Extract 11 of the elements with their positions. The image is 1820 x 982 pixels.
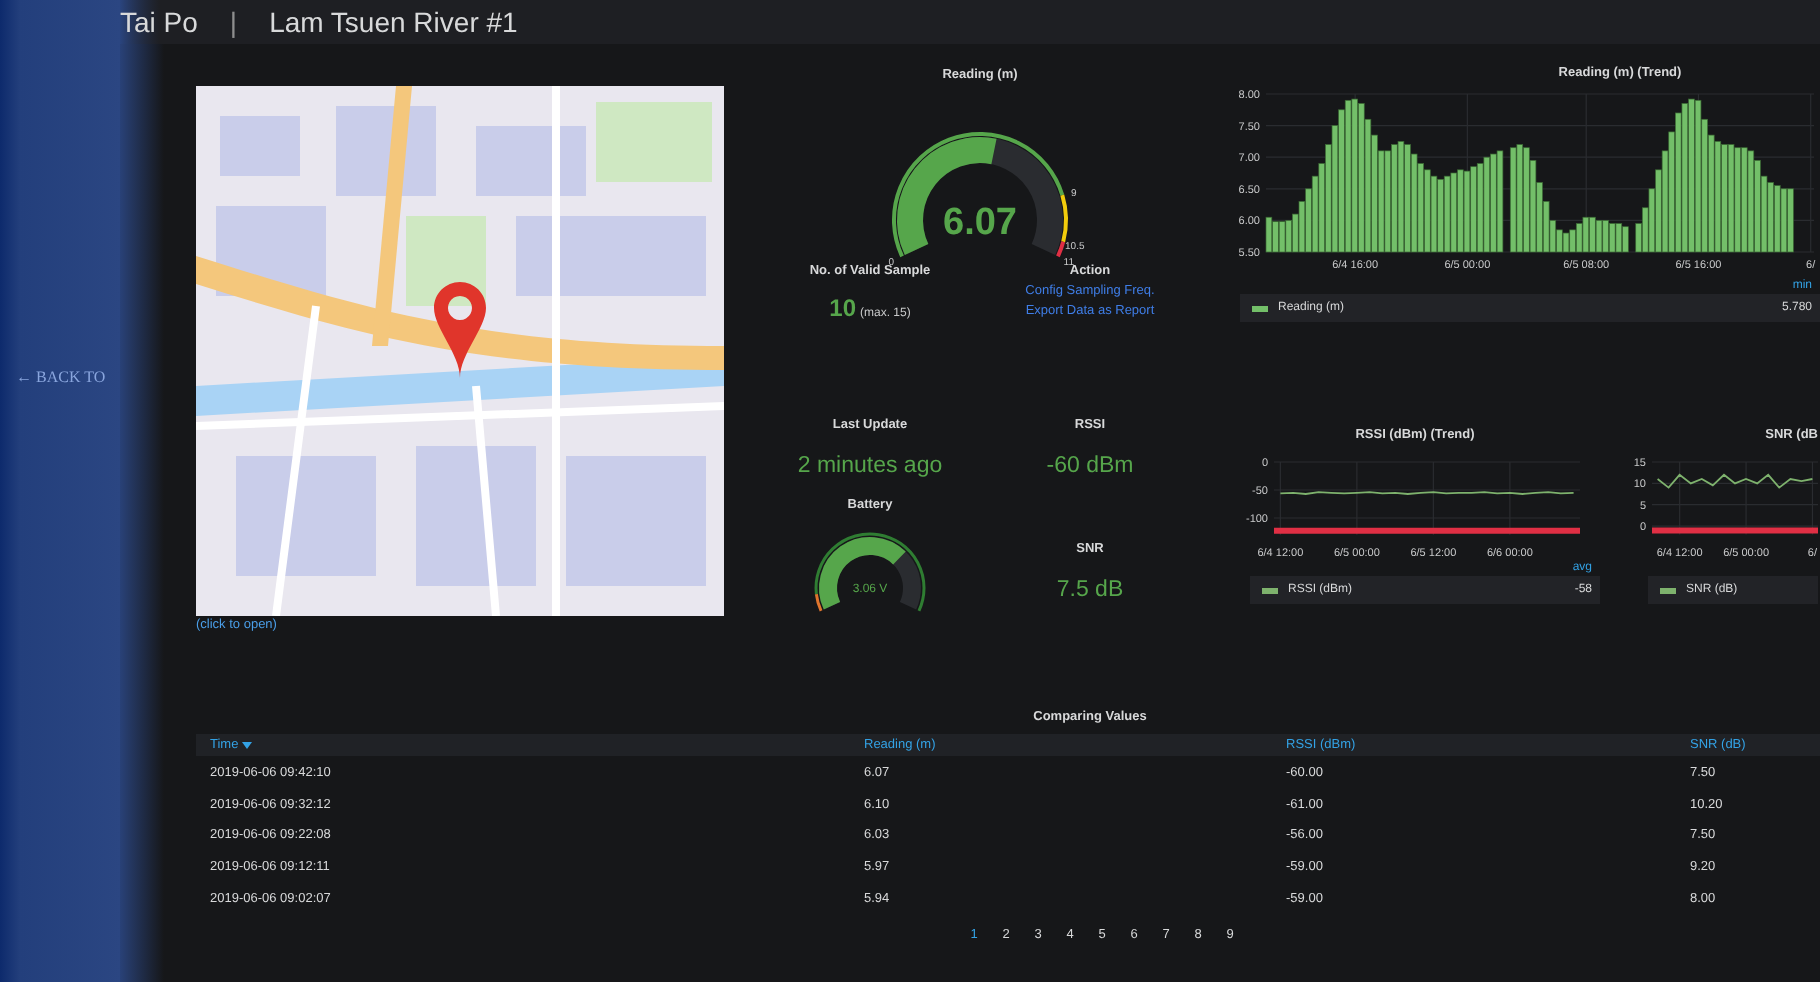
caret-icon (242, 741, 253, 749)
district-title: Tai Po (120, 6, 198, 38)
stat-value: 7.5 dB (1056, 576, 1124, 604)
back-link[interactable]: ← BACK TO (16, 368, 106, 386)
stat-value: 2 minutes ago (797, 452, 943, 480)
stat-value: 10 (829, 294, 856, 322)
map-pin-icon[interactable] (434, 282, 486, 378)
station-title: Lam Tsuen River #1 (269, 6, 518, 38)
title-separator: | (229, 6, 238, 38)
gauge-value: 6.07 (943, 202, 1017, 244)
stat-value: -60 dBm (1046, 452, 1134, 480)
